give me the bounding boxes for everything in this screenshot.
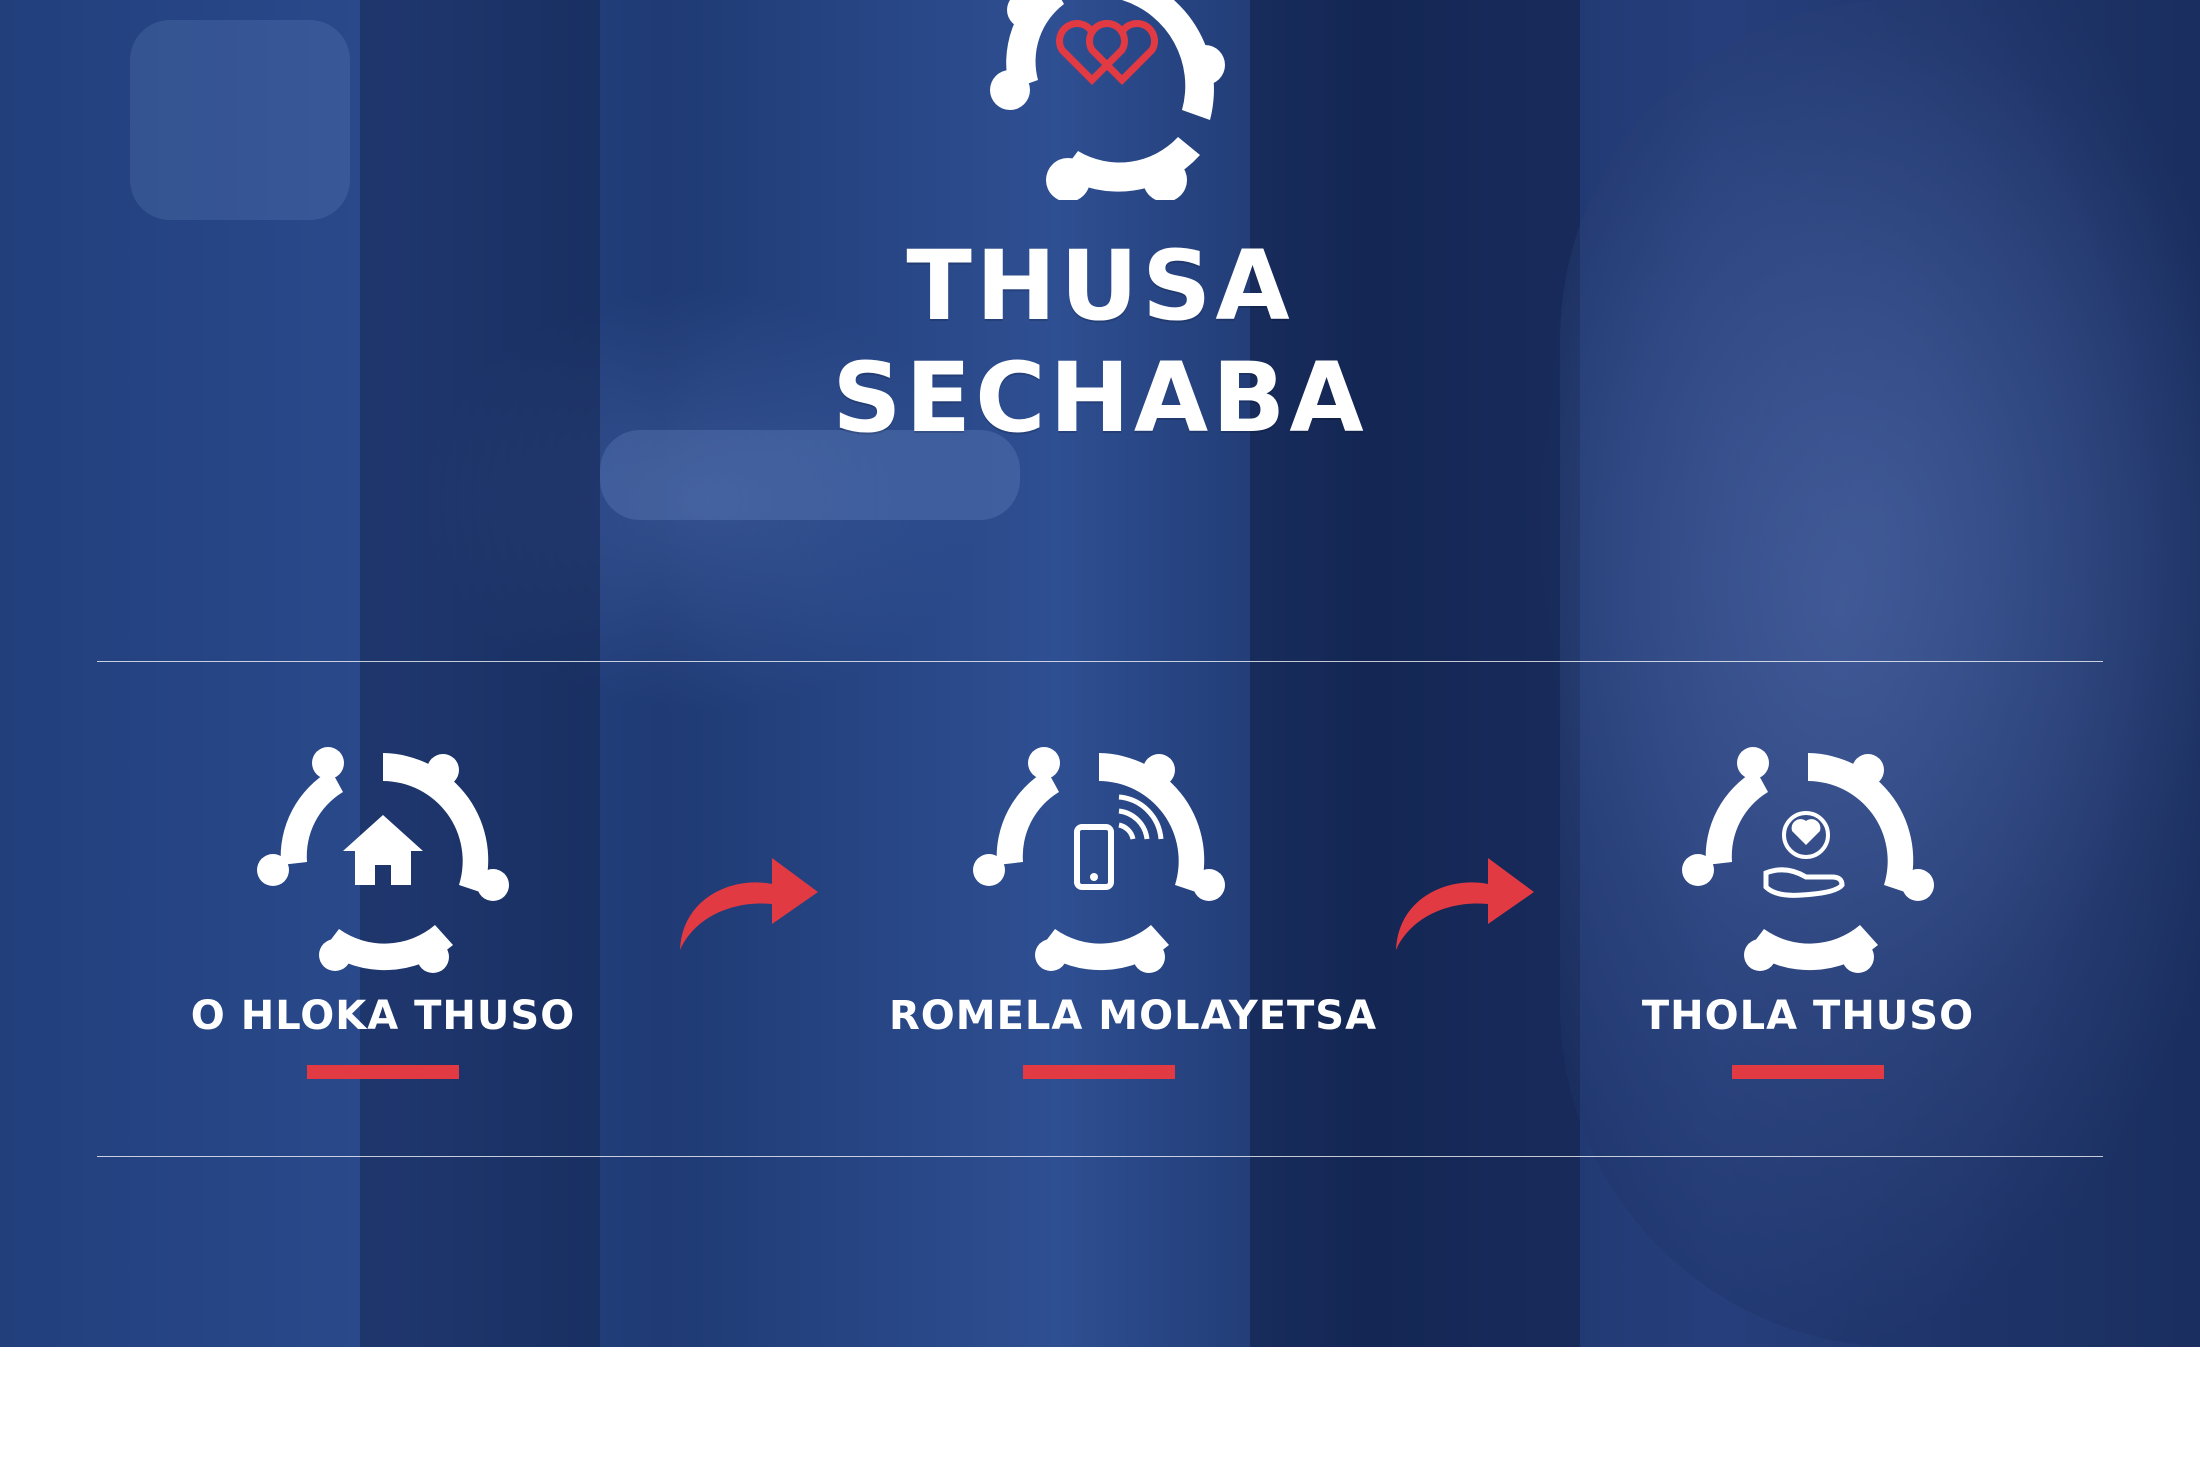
page-footer-blank — [0, 1347, 2200, 1467]
heart-in-hand-icon — [1678, 745, 1938, 975]
step-need-help: O HLOKA THUSO — [173, 745, 593, 1079]
step-underline — [1732, 1065, 1884, 1079]
curved-arrow-right-icon — [672, 848, 822, 958]
background-photo-shape — [1250, 0, 1580, 1347]
step-label: O HLOKA THUSO — [190, 993, 576, 1039]
step-underline — [307, 1065, 459, 1079]
background-photo-shape — [130, 20, 350, 220]
brand-title: THUSA SECHABA — [832, 230, 1368, 454]
background-portrait-shape — [1560, 0, 2200, 1347]
curved-arrow-right-icon — [1388, 848, 1538, 958]
step-get-help: THOLA THUSO — [1598, 745, 2018, 1079]
step-send-message: ROMELA MOLAYETSA — [889, 745, 1378, 1079]
step-label: THOLA THUSO — [1641, 993, 1975, 1039]
step-underline — [1023, 1065, 1175, 1079]
hero-panel: THUSA SECHABA O HLOKA THUSO ROMELA MOLAY… — [0, 0, 2200, 1347]
divider — [97, 1156, 2103, 1157]
step-label: ROMELA MOLAYETSA — [889, 993, 1378, 1039]
heart-gear-logo-icon — [950, 0, 1260, 202]
house-icon — [253, 745, 513, 975]
divider — [97, 661, 2103, 662]
mobile-signal-icon — [969, 745, 1229, 975]
background-photo-shape — [360, 0, 600, 1347]
